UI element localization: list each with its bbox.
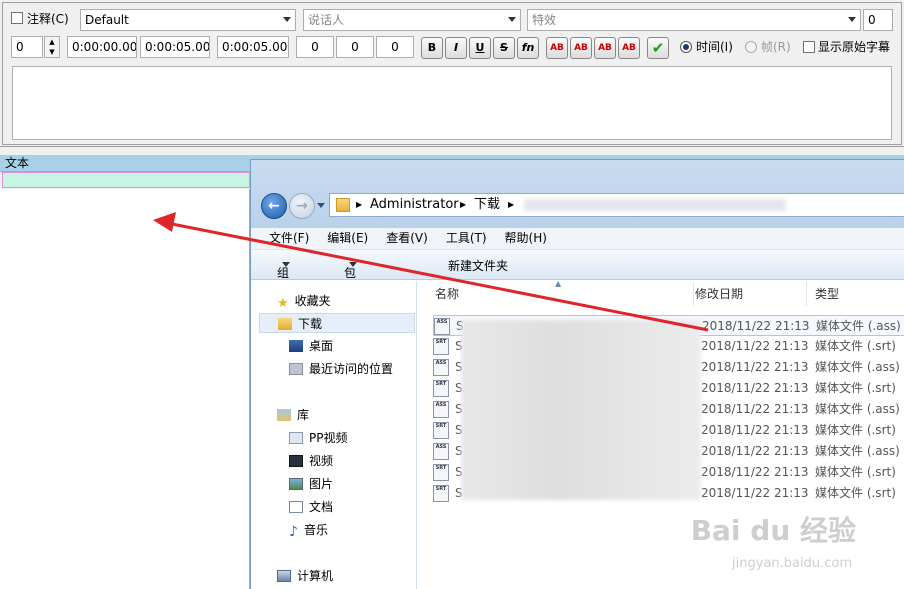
- arrow-head-icon: [153, 212, 176, 232]
- arrow-shaft: [171, 222, 709, 332]
- annotation-arrow: [153, 212, 709, 332]
